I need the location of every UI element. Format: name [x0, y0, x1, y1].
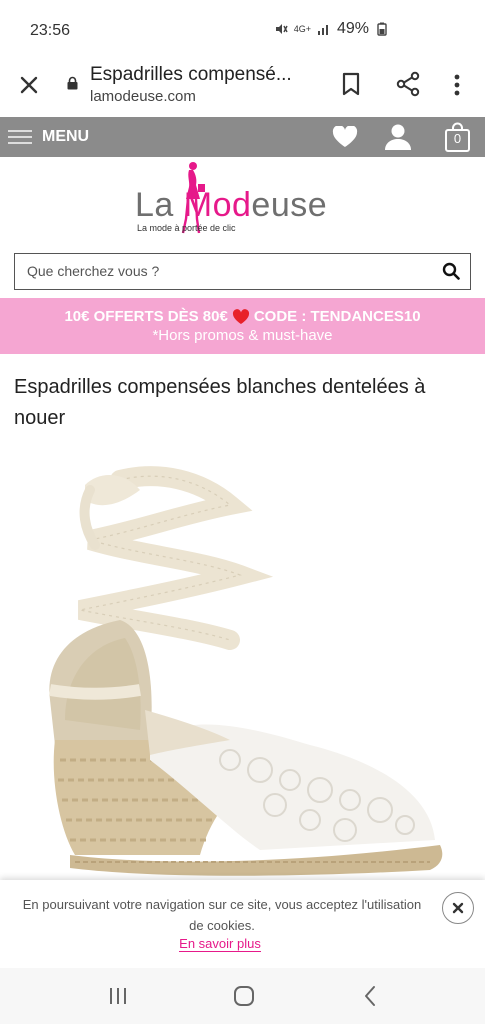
cookie-close-button[interactable] [442, 892, 474, 924]
cart-count: 0 [453, 131, 462, 146]
back-icon[interactable] [362, 985, 378, 1007]
promo-offer: 10€ OFFERTS DÈS 80€ [64, 308, 228, 325]
menu-label: MENU [42, 128, 90, 145]
recent-apps-icon[interactable] [108, 987, 128, 1005]
status-bar: 23:56 4G+ 49% [0, 0, 485, 60]
cookie-banner: En poursuivant votre navigation sur ce s… [0, 880, 485, 968]
logo-wordmark: La Modeuse [135, 186, 327, 225]
battery-percent: 49% [336, 20, 369, 37]
close-icon[interactable] [16, 72, 42, 98]
site-logo[interactable]: La Modeuse La mode à portée de clic [135, 160, 350, 240]
menu-button[interactable]: MENU [8, 117, 89, 157]
battery-icon [377, 22, 387, 36]
search-bar [14, 253, 471, 290]
browser-toolbar: Espadrilles compensé... lamodeuse.com [0, 60, 485, 116]
promo-note: *Hors promos & must-have [152, 327, 333, 344]
close-circle-icon [452, 902, 464, 914]
lock-icon [67, 76, 78, 90]
network-label: 4G+ [293, 23, 311, 34]
bookmark-icon[interactable] [340, 72, 362, 96]
logo-part1: La [135, 186, 184, 224]
status-icons: 4G+ 49% [274, 20, 389, 38]
status-time: 23:56 [30, 22, 71, 39]
cookie-learn-more: En savoir plus [0, 936, 440, 952]
promo-code: CODE : TENDANCES10 [253, 308, 421, 325]
page-url[interactable]: lamodeuse.com [90, 88, 196, 105]
logo-part2: Mod [183, 186, 252, 224]
heart-icon [232, 308, 249, 324]
site-header-bar: MENU 0 [0, 117, 485, 157]
signal-icon [317, 25, 328, 35]
promo-banner[interactable]: 10€ OFFERTS DÈS 80€ CODE : TENDANCES10 *… [0, 298, 485, 354]
logo-part3: euse [251, 186, 328, 224]
product-title: Espadrilles compensées blanches dentelée… [14, 376, 426, 429]
search-input[interactable] [27, 254, 427, 288]
more-vert-icon[interactable] [448, 72, 466, 98]
logo-tagline: La mode à portée de clic [137, 223, 236, 233]
promo-code-line: 10€ OFFERTS DÈS 80€ CODE : TENDANCES10 [0, 308, 485, 325]
cart-button[interactable]: 0 [444, 122, 471, 152]
share-icon[interactable] [395, 71, 421, 97]
hamburger-icon [8, 130, 32, 144]
user-icon[interactable] [383, 123, 413, 151]
product-image[interactable] [30, 460, 460, 880]
cookie-learn-more-link[interactable]: En savoir plus [179, 936, 261, 952]
heart-icon[interactable] [332, 126, 358, 148]
mute-icon [275, 24, 288, 34]
page-title[interactable]: Espadrilles compensé... [90, 64, 312, 86]
cookie-message: En poursuivant votre navigation sur ce s… [22, 897, 422, 933]
home-icon[interactable] [233, 985, 255, 1007]
system-nav-bar [0, 968, 485, 1024]
search-icon[interactable] [442, 262, 460, 280]
